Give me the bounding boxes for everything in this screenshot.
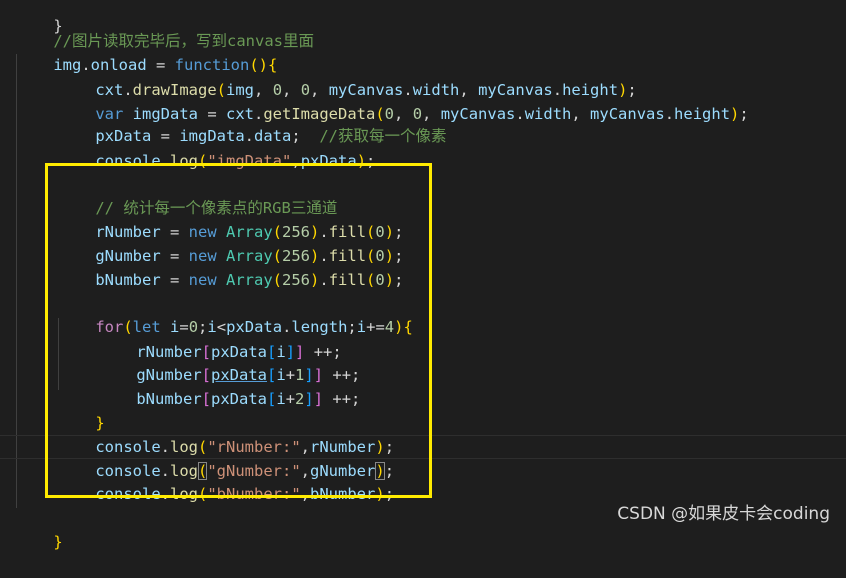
code-line[interactable]: //图片读取完毕后，写到canvas里面 bbox=[16, 5, 314, 50]
code-token: ) bbox=[730, 105, 740, 123]
code-line[interactable]: } bbox=[16, 506, 62, 551]
code-token: } bbox=[53, 533, 63, 551]
code-token: height bbox=[674, 105, 731, 123]
code-token: myCanvas bbox=[590, 105, 665, 123]
watermark: CSDN @如果皮卡会coding bbox=[617, 504, 830, 524]
code-line[interactable]: pxData = imgData.data; //获取每一个像素 bbox=[58, 100, 446, 145]
code-token: width bbox=[524, 105, 572, 123]
code-line[interactable]: cxt.drawImage(img, 0, 0, myCanvas.width,… bbox=[58, 54, 636, 99]
code-line[interactable]: console.log("imgData",pxData); bbox=[58, 125, 375, 170]
code-token: . bbox=[515, 105, 525, 123]
code-token: . bbox=[664, 105, 675, 123]
code-editor[interactable]: } //图片读取完毕后，写到canvas里面 img.onload = func… bbox=[0, 0, 846, 551]
code-line[interactable]: var imgData = cxt.getImageData(0, 0, myC… bbox=[58, 78, 748, 123]
code-line[interactable]: img.onload = function(){ bbox=[16, 29, 277, 74]
code-token: ; bbox=[739, 105, 749, 123]
code-token: , bbox=[571, 105, 591, 123]
highlight-box bbox=[45, 163, 432, 498]
code-token: myCanvas bbox=[440, 105, 516, 123]
